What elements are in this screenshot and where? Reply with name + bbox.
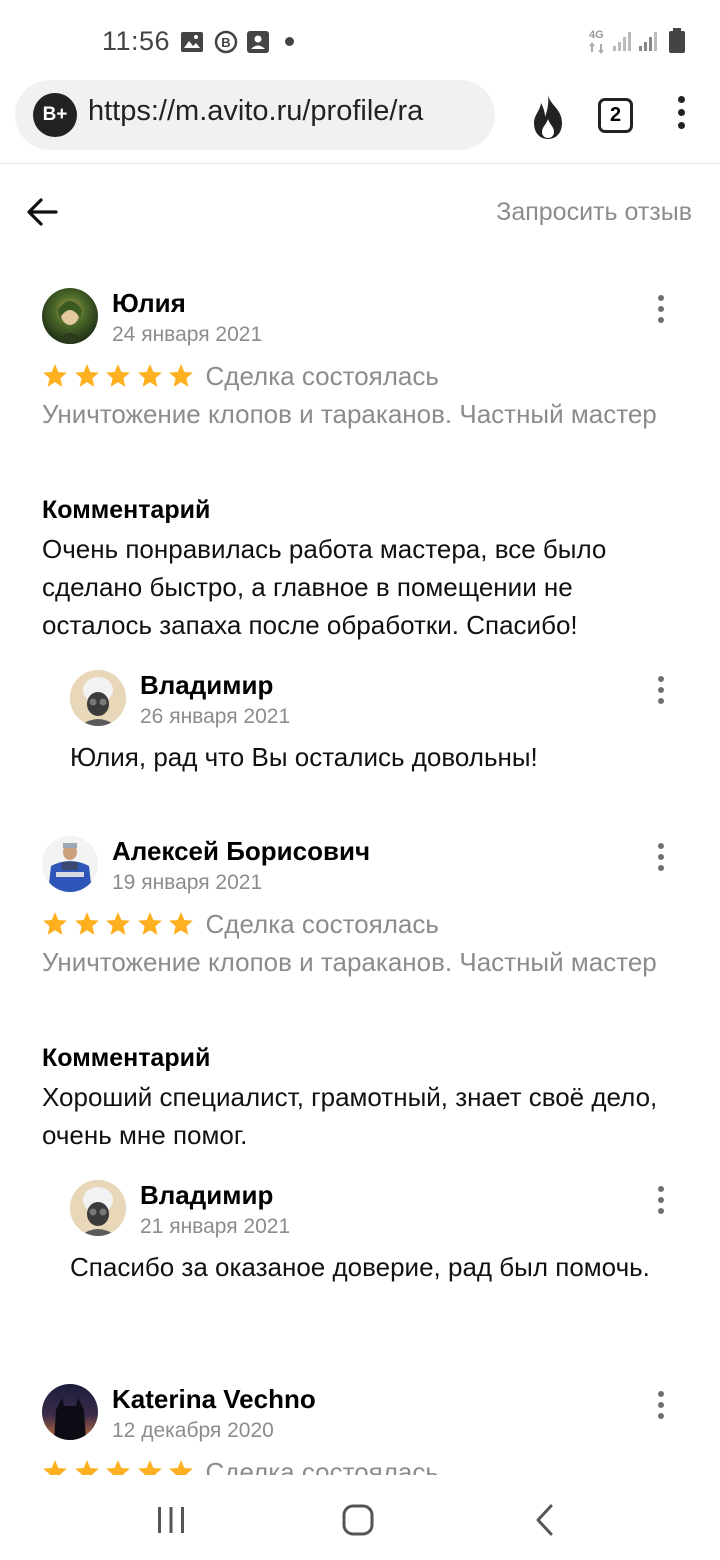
- reply-text: Спасибо за оказаное доверие, рад был пом…: [70, 1252, 650, 1282]
- service-title[interactable]: Уничтожение клопов и тараканов. Частный …: [42, 943, 682, 981]
- gallery-icon: [181, 32, 203, 52]
- reply-date: 26 января 2021: [140, 705, 291, 728]
- more-vertical-icon[interactable]: [656, 843, 666, 879]
- site-favicon: B+: [33, 93, 77, 137]
- reply-avatar[interactable]: [70, 1180, 126, 1236]
- avatar[interactable]: [42, 1384, 98, 1440]
- reply-avatar[interactable]: [70, 670, 126, 726]
- recent-apps-icon[interactable]: [156, 1505, 186, 1535]
- network-type: 4G: [589, 29, 604, 41]
- reply-author[interactable]: Владимир: [140, 1180, 273, 1211]
- more-vertical-icon[interactable]: [656, 1391, 666, 1427]
- more-vertical-icon[interactable]: [656, 676, 666, 712]
- more-vertical-icon[interactable]: [656, 295, 666, 331]
- home-icon[interactable]: [341, 1503, 375, 1537]
- star-icon: [106, 364, 130, 387]
- star-icon: [169, 1460, 193, 1475]
- deal-status: Сделка состоялась: [205, 1456, 439, 1476]
- deal-status: Сделка состоялась: [205, 360, 439, 391]
- more-vertical-icon[interactable]: [672, 96, 690, 140]
- star-icon: [74, 1460, 99, 1475]
- notification-dot-icon: [285, 37, 294, 46]
- contact-card-icon: [247, 31, 269, 53]
- star-icon: [106, 912, 130, 935]
- fire-icon[interactable]: [528, 93, 568, 141]
- star-icon: [43, 1460, 67, 1475]
- star-icon: [43, 912, 67, 935]
- comment-heading: Комментарий: [42, 496, 211, 524]
- browser-toolbar: B+ https://m.avito.ru/profile/ra 2: [0, 80, 720, 164]
- status-time: 11:56: [102, 26, 171, 56]
- star-icon: [43, 364, 67, 387]
- status-bar: 11:56 B 4G: [0, 0, 720, 84]
- system-navigation-bar: [0, 1475, 720, 1560]
- rating-row: Сделка состоялась: [42, 908, 439, 940]
- deal-status: Сделка состоялась: [205, 908, 439, 939]
- arrow-left-icon[interactable]: [24, 194, 60, 230]
- reply-date: 21 января 2021: [140, 1215, 291, 1238]
- address-bar[interactable]: B+ https://m.avito.ru/profile/ra: [15, 80, 495, 150]
- more-vertical-icon[interactable]: [656, 1186, 666, 1222]
- star-icon: [74, 912, 99, 935]
- review-date: 19 января 2021: [112, 871, 263, 894]
- signal-sim1-icon: [613, 32, 631, 51]
- star-icon: [74, 364, 99, 387]
- star-icon: [169, 912, 193, 935]
- rating-row: Сделка состоялась: [42, 360, 439, 392]
- review-author[interactable]: Алексей Борисович: [112, 836, 370, 867]
- review-date: 24 января 2021: [112, 323, 263, 346]
- star-icon: [106, 1460, 130, 1475]
- avatar[interactable]: [42, 288, 98, 344]
- star-icon: [137, 912, 162, 935]
- reply-author[interactable]: Владимир: [140, 670, 273, 701]
- battery-icon: [669, 28, 685, 53]
- review-author[interactable]: Юлия: [112, 288, 186, 319]
- comment-text: Очень понравилась работа мастера, все бы…: [42, 534, 607, 640]
- comment-text: Хороший специалист, грамотный, знает сво…: [42, 1082, 658, 1150]
- svg-text:B: B: [221, 35, 230, 50]
- star-icon: [137, 364, 162, 387]
- b-notification-icon: B: [214, 30, 238, 54]
- signal-sim2-icon: [639, 32, 657, 51]
- star-icon: [137, 1460, 162, 1475]
- star-icon: [169, 364, 193, 387]
- back-icon[interactable]: [533, 1503, 557, 1537]
- avatar[interactable]: [42, 836, 98, 892]
- rating-row: Сделка состоялась: [42, 1456, 439, 1475]
- tab-count-button[interactable]: 2: [598, 98, 633, 133]
- review-author[interactable]: Katerina Vechno: [112, 1384, 316, 1415]
- review-date: 12 декабря 2020: [112, 1419, 274, 1442]
- url-text[interactable]: https://m.avito.ru/profile/ra: [88, 95, 488, 128]
- comment-heading: Комментарий: [42, 1044, 211, 1072]
- reviews-list: Юлия 24 января 2021 Сделка состоялась Ун…: [0, 280, 720, 1475]
- request-review-button[interactable]: Запросить отзыв: [496, 198, 692, 227]
- reply-text: Юлия, рад что Вы остались довольны!: [70, 742, 538, 772]
- service-title[interactable]: Уничтожение клопов и тараканов. Частный …: [42, 395, 682, 433]
- data-arrows-icon: [589, 42, 604, 54]
